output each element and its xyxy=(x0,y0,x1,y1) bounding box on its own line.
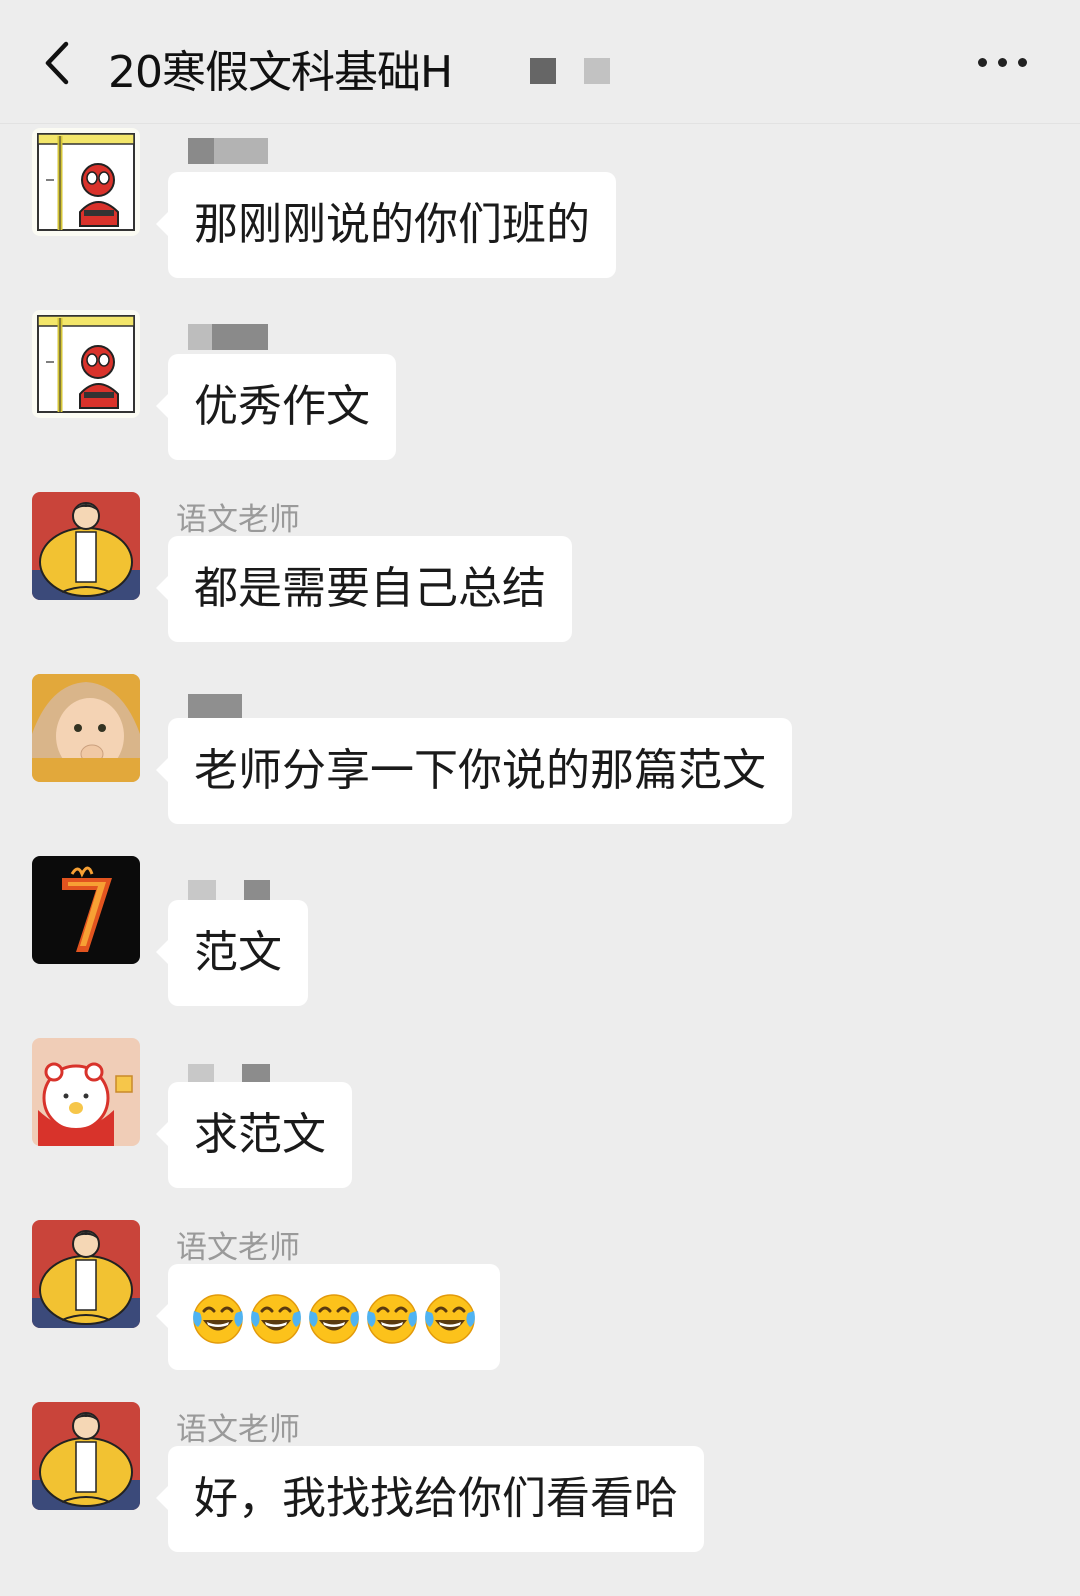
emoji-message-bubble[interactable] xyxy=(156,1264,500,1370)
blurred-member-count xyxy=(530,58,610,84)
spiderman-sketch-avatar[interactable] xyxy=(32,310,140,418)
message-bubble[interactable]: 范文 xyxy=(156,900,308,1006)
spiderman-sketch-avatar[interactable] xyxy=(32,128,140,236)
flaming-seven-avatar[interactable] xyxy=(32,856,140,964)
message-bubble[interactable]: 老师分享一下你说的那篇范文 xyxy=(156,718,792,824)
baby-photo-avatar[interactable] xyxy=(32,674,140,782)
cartoon-guy-avatar[interactable] xyxy=(32,1220,140,1328)
tears-of-joy-emoji-icon xyxy=(422,1289,478,1345)
tears-of-joy-emoji-icon xyxy=(364,1289,420,1345)
more-horizontal-icon[interactable] xyxy=(978,52,1034,72)
blurred-sender-name xyxy=(188,694,242,720)
cartoon-guy-avatar[interactable] xyxy=(32,1402,140,1510)
chat-title: 20寒假文科基础H xyxy=(108,47,453,98)
message-bubble[interactable]: 都是需要自己总结 xyxy=(156,536,572,642)
blurred-sender-name xyxy=(188,324,268,350)
blurred-sender-name xyxy=(188,138,268,164)
chevron-left-icon[interactable] xyxy=(38,38,78,88)
cartoon-bear-avatar[interactable] xyxy=(32,1038,140,1146)
cartoon-guy-avatar[interactable] xyxy=(32,492,140,600)
tears-of-joy-emoji-icon xyxy=(306,1289,362,1345)
message-bubble[interactable]: 求范文 xyxy=(156,1082,352,1188)
message-bubble[interactable]: 那刚刚说的你们班的 xyxy=(156,172,616,278)
sender-name: 语文老师 xyxy=(176,502,300,538)
message-bubble[interactable]: 好，我找找给你们看看哈 xyxy=(156,1446,704,1552)
tears-of-joy-emoji-icon xyxy=(190,1289,246,1345)
sender-name: 语文老师 xyxy=(176,1230,300,1266)
tears-of-joy-emoji-icon xyxy=(248,1289,304,1345)
message-bubble[interactable]: 优秀作文 xyxy=(156,354,396,460)
sender-name: 语文老师 xyxy=(176,1412,300,1448)
chat-header: 20寒假文科基础H xyxy=(0,0,1080,124)
